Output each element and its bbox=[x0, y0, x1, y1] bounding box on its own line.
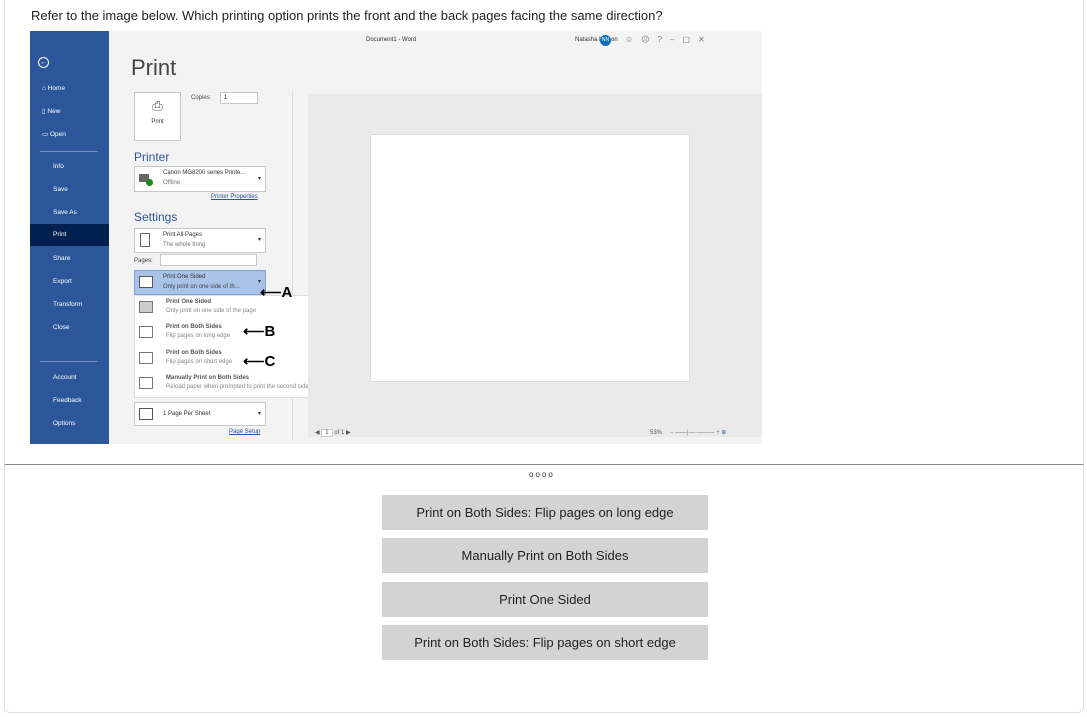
option-both-sides-long-edge: Print on Both Sides Flip pages on long ed… bbox=[135, 321, 331, 346]
marker-a: ⟵A bbox=[260, 284, 293, 301]
sided-dropdown: Print One Sided Only print on one side o… bbox=[134, 270, 266, 295]
answer-option-2[interactable]: Manually Print on Both Sides bbox=[382, 538, 708, 573]
window-controls: ☺☹?–▢✕ bbox=[625, 35, 713, 44]
marker-b: ⟵B bbox=[243, 323, 276, 340]
pages-per-sheet-dropdown: 1 Page Per Sheet ▾ bbox=[134, 402, 266, 426]
zoom-slider: – ——|—·——— + ⊕ bbox=[670, 430, 727, 436]
marker-c: ⟵C bbox=[243, 353, 276, 370]
printer-icon: ⎙ bbox=[152, 98, 163, 113]
sidebar-item-options: Options bbox=[53, 420, 76, 427]
page-navigator: ◀ 1 of 1 ▶ bbox=[315, 429, 351, 437]
pages-input bbox=[160, 254, 257, 266]
option-print-one-sided: Print One Sided Only print on one side of… bbox=[135, 296, 331, 321]
printer-heading: Printer bbox=[134, 150, 170, 164]
sidebar-item-new: ▯ New bbox=[42, 108, 61, 115]
answer-option-1[interactable]: Print on Both Sides: Flip pages on long … bbox=[382, 495, 708, 530]
sidebar-item-close: Close bbox=[53, 324, 70, 331]
answer-option-3[interactable]: Print One Sided bbox=[382, 582, 708, 617]
word-print-screenshot: ← ⌂ Home ▯ New ▭ Open Info Save Save As … bbox=[30, 31, 762, 444]
sidebar-item-info: Info bbox=[53, 163, 64, 170]
user-avatar: NN bbox=[600, 35, 611, 46]
divider bbox=[5, 464, 1083, 465]
pages-label: Pages: bbox=[134, 258, 153, 264]
back-icon: ← bbox=[38, 57, 49, 68]
option-manual-both-sides: Manually Print on Both Sides Reload paper… bbox=[135, 372, 335, 397]
sidebar-item-transform: Transform bbox=[53, 301, 83, 308]
print-range-dropdown: Print All Pages The whole thing ▾ bbox=[134, 228, 266, 253]
page-setup-link: Page Setup bbox=[229, 429, 261, 435]
backstage-sidebar: ← ⌂ Home ▯ New ▭ Open Info Save Save As … bbox=[30, 31, 109, 444]
sidebar-item-account: Account bbox=[53, 374, 77, 381]
option-both-sides-short-edge: Print on Both Sides Flip pages on short e… bbox=[135, 347, 331, 372]
sidebar-item-open: ▭ Open bbox=[42, 131, 66, 138]
window-title: Document1 - Word bbox=[366, 37, 417, 43]
copies-input: 1 bbox=[220, 92, 258, 104]
sidebar-item-share: Share bbox=[53, 255, 71, 262]
zoom-level: 53% bbox=[650, 430, 663, 436]
user-name: Natasha Nelson bbox=[575, 37, 618, 43]
page-heading: Print bbox=[131, 55, 177, 80]
copies-label: Copies: bbox=[191, 95, 212, 101]
sidebar-item-export: Export bbox=[53, 278, 72, 285]
sidebar-item-feedback: Feedback bbox=[53, 397, 82, 404]
settings-heading: Settings bbox=[134, 210, 178, 224]
answer-option-4[interactable]: Print on Both Sides: Flip pages on short… bbox=[382, 625, 708, 660]
sidebar-item-home: ⌂ Home bbox=[42, 85, 66, 92]
sidebar-item-print: Print bbox=[30, 224, 109, 246]
question-text: Refer to the image below. Which printing… bbox=[31, 8, 663, 23]
sidebar-item-save-as: Save As bbox=[53, 209, 77, 216]
print-button: ⎙ Print bbox=[134, 92, 181, 141]
progress-dots: oooo bbox=[529, 470, 555, 479]
sidebar-item-save: Save bbox=[53, 186, 68, 193]
printer-properties-link: Printer Properties bbox=[211, 194, 258, 200]
printer-dropdown: Canon MG8200 series Printe... Offline ▾ bbox=[134, 166, 266, 192]
preview-page bbox=[370, 134, 690, 382]
